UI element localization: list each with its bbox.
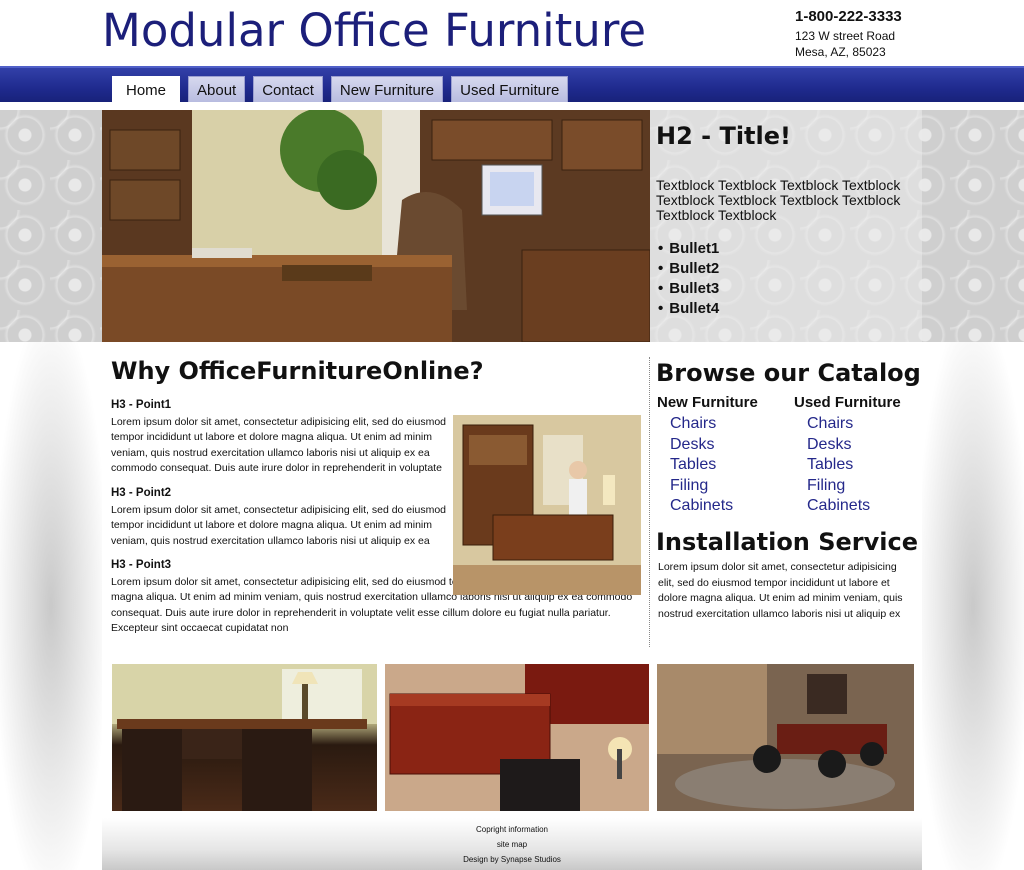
gallery-photo-desk [112, 664, 377, 811]
catalog-link-used-desks[interactable]: Desks [794, 435, 901, 456]
point-heading: H3 - Point1 [111, 399, 172, 411]
point-body: Lorem ipsum dolor sit amet, consectetur … [111, 503, 446, 547]
hero-bullet: Bullet4 [656, 299, 916, 319]
site-footer: Copright information site map Design by … [102, 818, 922, 870]
hero-heading: H2 - Title! [656, 122, 791, 150]
why-heading: Why OfficeFurnitureOnline? [111, 357, 484, 385]
catalog-link-new-tables[interactable]: Tables [657, 455, 758, 476]
design-credit: Design by Synapse Studios [463, 855, 561, 864]
catalog-link-new-filing[interactable]: Filing [657, 476, 758, 497]
installation-text: Lorem ipsum dolor sit amet, consectetur … [658, 561, 903, 620]
reception-illustration [385, 664, 649, 811]
copyright-text: Copright information [475, 825, 549, 834]
nav-tab-about[interactable]: About [188, 76, 246, 102]
executive-office-illustration [453, 415, 641, 595]
point-2: H3 - Point2 Lorem ipsum dolor sit amet, … [111, 486, 447, 549]
nav-tab-used-furniture[interactable]: Used Furniture [451, 76, 569, 102]
point-heading: H3 - Point2 [111, 487, 172, 499]
used-furniture-heading: Used Furniture [794, 394, 901, 411]
hero-text-panel: H2 - Title! Textblock Textblock Textbloc… [650, 110, 922, 342]
new-furniture-column: New Furniture Chairs Desks Tables Filing… [657, 394, 758, 517]
catalog-link-new-cabinets[interactable]: Cabinets [657, 496, 758, 517]
gallery-photo-reception [385, 664, 649, 811]
point-1: H3 - Point1 Lorem ipsum dolor sit amet, … [111, 398, 447, 477]
desk-illustration [112, 664, 377, 811]
conference-illustration [657, 664, 914, 811]
executive-office-photo [453, 415, 641, 595]
catalog-link-used-cabinets[interactable]: Cabinets [794, 496, 901, 517]
page-shadow-left [0, 342, 102, 870]
address-line-1: 123 W street Road [795, 29, 896, 43]
point-body: Lorem ipsum dolor sit amet, consectetur … [111, 415, 446, 475]
site-title[interactable]: Modular Office Furniture [102, 4, 646, 57]
catalog-link-used-tables[interactable]: Tables [794, 455, 901, 476]
catalog-heading: Browse our Catalog [656, 359, 921, 387]
catalog-link-new-desks[interactable]: Desks [657, 435, 758, 456]
column-divider [649, 357, 650, 647]
hero-office-photo [102, 110, 650, 342]
main-nav: Home About Contact New Furniture Used Fu… [0, 66, 1024, 102]
sitemap-link[interactable]: site map [102, 837, 922, 852]
catalog-link-new-chairs[interactable]: Chairs [657, 414, 758, 435]
hero-bullet-list: Bullet1 Bullet2 Bullet3 Bullet4 [656, 239, 916, 319]
nav-tab-new-furniture[interactable]: New Furniture [330, 76, 444, 102]
gallery-photo-conference [657, 664, 914, 811]
hero-textblock: Textblock Textblock Textblock Textblock … [656, 177, 901, 223]
main-content: Why OfficeFurnitureOnline? H3 - Point1 L… [102, 342, 922, 870]
new-furniture-heading: New Furniture [657, 394, 758, 411]
page-shadow-right [922, 342, 1024, 870]
phone-number: 1-800-222-3333 [795, 8, 902, 25]
site-header: Modular Office Furniture 1-800-222-3333 … [0, 0, 1024, 66]
used-furniture-column: Used Furniture Chairs Desks Tables Filin… [794, 394, 901, 517]
contact-info: 1-800-222-3333 123 W street Road Mesa, A… [795, 9, 902, 60]
nav-tab-contact[interactable]: Contact [253, 76, 323, 102]
hero-bullet: Bullet1 [656, 239, 916, 259]
address-line-2: Mesa, AZ, 85023 [795, 45, 886, 59]
hero-bullet: Bullet2 [656, 259, 916, 279]
hero-bullet: Bullet3 [656, 279, 916, 299]
hero-banner: H2 - Title! Textblock Textblock Textbloc… [0, 110, 1024, 342]
catalog-link-used-filing[interactable]: Filing [794, 476, 901, 497]
installation-heading: Installation Service [656, 528, 919, 556]
nav-tab-home[interactable]: Home [112, 76, 181, 102]
hero-office-illustration [102, 110, 650, 342]
catalog-link-used-chairs[interactable]: Chairs [794, 414, 901, 435]
